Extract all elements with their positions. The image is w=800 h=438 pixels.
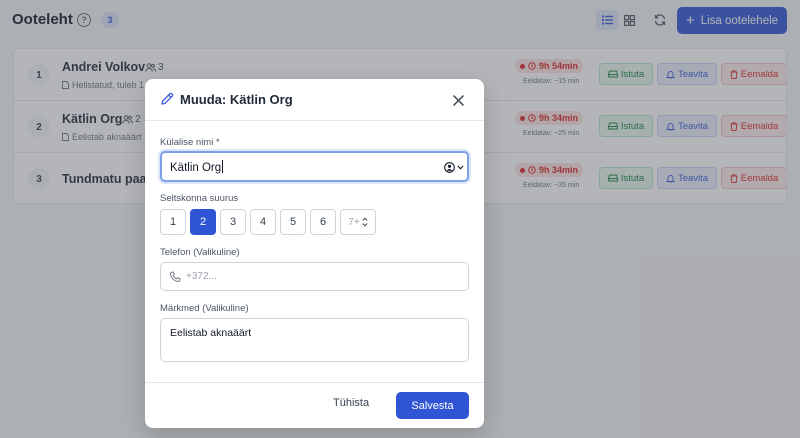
party-size-option[interactable]: 6	[310, 209, 336, 235]
phone-placeholder: +372...	[186, 271, 217, 282]
dialog-title: Muuda: Kätlin Org	[180, 92, 293, 107]
save-button[interactable]: Salvesta	[396, 392, 469, 419]
close-icon	[452, 94, 464, 106]
dialog-header: Muuda: Kätlin Org	[145, 79, 484, 121]
dialog-footer: Tühista Salvesta	[145, 382, 484, 428]
notes-textarea[interactable]: Eelistab aknaäärt	[160, 318, 469, 362]
contact-picker[interactable]	[444, 161, 464, 173]
close-button[interactable]	[450, 92, 466, 108]
party-size-option-selected[interactable]: 2	[190, 209, 216, 235]
guest-name-input[interactable]: Kätlin Org	[160, 151, 469, 182]
phone-input[interactable]: +372...	[160, 262, 469, 291]
party-size-more-stepper[interactable]: 7+	[340, 209, 376, 235]
stepper-arrows-icon	[362, 217, 368, 227]
user-circle-icon	[444, 161, 455, 173]
name-input-value: Kätlin Org	[170, 160, 224, 174]
party-size-option[interactable]: 3	[220, 209, 246, 235]
party-size-label: Seltskonna suurus	[160, 193, 239, 204]
name-label: Külalise nimi *	[160, 137, 220, 148]
pencil-icon	[161, 92, 174, 105]
notes-label: Märkmed (Valikuline)	[160, 303, 249, 314]
edit-guest-dialog: Muuda: Kätlin Org Külalise nimi * Kätlin…	[145, 79, 484, 428]
phone-label: Telefon (Valikuline)	[160, 247, 240, 258]
chevron-down-icon	[457, 165, 464, 169]
party-size-option[interactable]: 5	[280, 209, 306, 235]
text-caret	[222, 160, 224, 173]
party-size-option[interactable]: 1	[160, 209, 186, 235]
party-size-option[interactable]: 4	[250, 209, 276, 235]
cancel-button[interactable]: Tühista	[333, 397, 369, 409]
phone-icon	[170, 271, 181, 282]
party-size-selector: 1 2 3 4 5 6 7+	[160, 209, 376, 235]
notes-value: Eelistab aknaäärt	[170, 327, 252, 339]
